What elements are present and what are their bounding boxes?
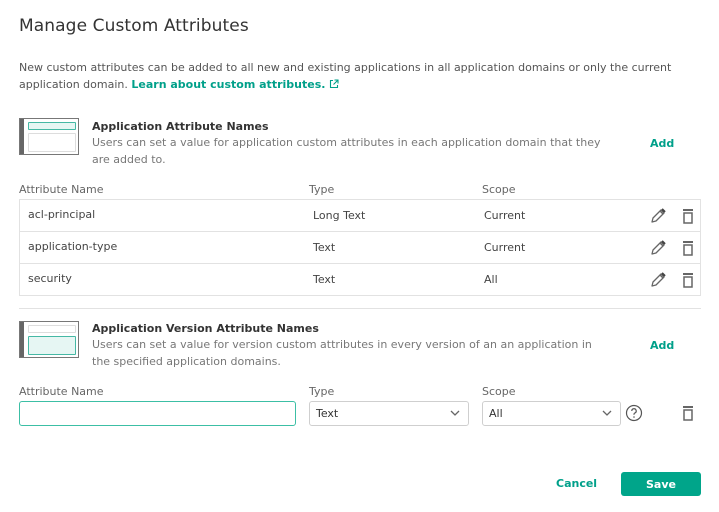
external-link-icon[interactable] [329, 78, 339, 89]
attribute-type: Text [313, 241, 336, 254]
attribute-type: Text [313, 273, 336, 286]
scope-select[interactable]: All [482, 401, 621, 426]
trash-icon[interactable] [679, 271, 697, 289]
add-app-attribute-button[interactable]: Add [650, 137, 674, 150]
app-section-title: Application Attribute Names [92, 120, 269, 133]
attribute-scope: All [484, 273, 498, 286]
new-name-label: Attribute Name [19, 385, 104, 398]
type-select-value: Text [316, 407, 339, 420]
attribute-type: Long Text [313, 209, 366, 222]
scope-select-value: All [489, 407, 503, 420]
attribute-name-input[interactable] [19, 401, 296, 426]
version-attribute-illustration-icon [19, 321, 79, 358]
dialog-title: Manage Custom Attributes [19, 16, 249, 36]
section-divider [19, 308, 701, 309]
app-attributes-table: acl-principal Long Text Current applicat… [19, 199, 701, 296]
new-scope-label: Scope [482, 385, 516, 398]
trash-icon[interactable] [679, 404, 697, 422]
save-button[interactable]: Save [621, 472, 701, 496]
add-version-attribute-button[interactable]: Add [650, 339, 674, 352]
table-row: application-type Text Current [20, 232, 700, 264]
intro-description: New custom attributes can be added to al… [19, 61, 672, 91]
chevron-down-icon [450, 410, 460, 416]
column-header-type: Type [309, 183, 335, 196]
table-row: acl-principal Long Text Current [20, 200, 700, 232]
version-section-description: Users can set a value for version custom… [92, 338, 592, 368]
chevron-down-icon [602, 410, 612, 416]
attribute-scope: Current [484, 241, 526, 254]
help-icon[interactable] [625, 404, 643, 422]
cancel-button[interactable]: Cancel [556, 477, 597, 490]
learn-more-link[interactable]: Learn about custom attributes. [131, 78, 325, 91]
new-type-label: Type [309, 385, 335, 398]
type-select[interactable]: Text [309, 401, 469, 426]
attribute-scope: Current [484, 209, 526, 222]
attribute-name: application-type [28, 240, 118, 253]
trash-icon[interactable] [679, 239, 697, 257]
trash-icon[interactable] [679, 207, 697, 225]
attribute-name: security [28, 272, 72, 285]
attribute-name: acl-principal [28, 208, 96, 221]
intro-text: New custom attributes can be added to al… [19, 60, 709, 93]
application-attribute-illustration-icon [19, 118, 79, 155]
version-section-title: Application Version Attribute Names [92, 322, 319, 335]
column-header-name: Attribute Name [19, 183, 104, 196]
pencil-icon[interactable] [649, 239, 667, 257]
pencil-icon[interactable] [649, 271, 667, 289]
app-section-description: Users can set a value for application cu… [92, 136, 601, 166]
pencil-icon[interactable] [649, 207, 667, 225]
table-row: security Text All [20, 264, 700, 295]
column-header-scope: Scope [482, 183, 516, 196]
